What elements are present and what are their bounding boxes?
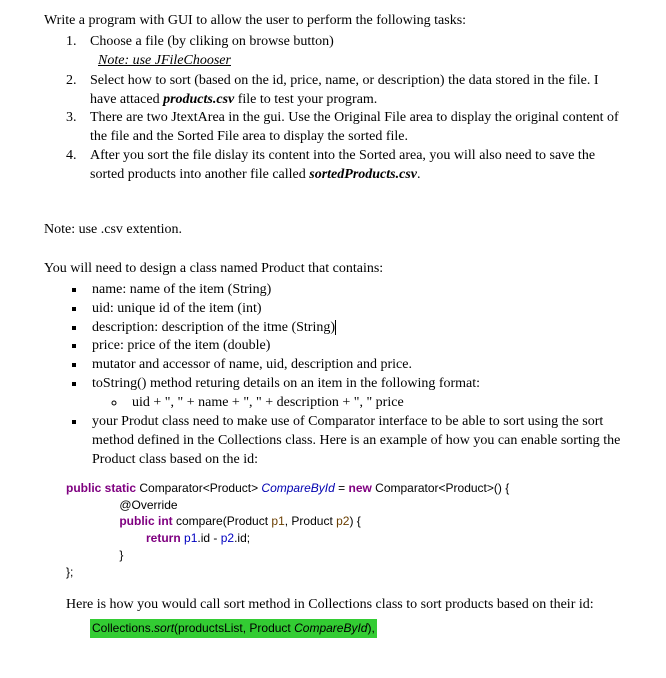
- task-item-1: Choose a file (by cliking on browse butt…: [80, 33, 622, 72]
- task-list: Choose a file (by cliking on browse butt…: [44, 33, 622, 185]
- field-name: name: name of the item (String): [86, 281, 622, 300]
- override-line: @Override: [66, 498, 178, 512]
- task-4-text-b: .: [417, 167, 421, 182]
- kw-new: new: [348, 481, 371, 495]
- product-fields-list: name: name of the item (String) uid: uni…: [44, 281, 622, 470]
- field-mutator: mutator and accessor of name, uid, descr…: [86, 356, 622, 375]
- p2-id: .id: [234, 531, 247, 545]
- close-brace-inner: }: [66, 548, 123, 562]
- tostring-format: uid + ", " + name + ", " + description +…: [126, 394, 622, 413]
- text-cursor: [335, 320, 336, 335]
- p2-obj: p2: [221, 531, 234, 545]
- field-description: description: description of the itme (St…: [86, 319, 622, 338]
- comma-product: , Product: [285, 514, 336, 528]
- type-comparator: Comparator<Product>: [136, 481, 261, 495]
- compare-sig: compare(Product: [173, 514, 272, 528]
- param-p1: p1: [271, 514, 284, 528]
- param-p2: p2: [336, 514, 349, 528]
- field-uid: uid: unique id of the item (int): [86, 300, 622, 319]
- task-3-text: There are two JtextArea in the gui. Use …: [90, 110, 619, 144]
- task-item-2: Select how to sort (based on the id, pri…: [80, 72, 622, 110]
- highlighted-call: Collections.sort(productsList, Product C…: [90, 619, 377, 637]
- design-intro: You will need to design a class named Pr…: [44, 260, 622, 279]
- kw-public-int: public int: [119, 514, 172, 528]
- task-1-note: Note: use JFileChooser: [98, 52, 231, 71]
- kw-public-static: public static: [66, 481, 136, 495]
- task-item-4: After you sort the file dislay its conte…: [80, 147, 622, 185]
- intro-text: Write a program with GUI to allow the us…: [44, 12, 622, 31]
- minus: -: [210, 531, 221, 545]
- task-1-text: Choose a file (by cliking on browse butt…: [90, 34, 334, 49]
- field-price: price: price of the item (double): [86, 337, 622, 356]
- csv-note: Note: use .csv extention.: [44, 221, 622, 240]
- field-tostring: toString() method returing details on an…: [86, 375, 622, 413]
- code-example: public static Comparator<Product> Compar…: [66, 480, 622, 581]
- task-2-text-b: file to test your program.: [234, 92, 377, 107]
- field-comparator: your Produt class need to make use of Co…: [86, 413, 622, 470]
- call-intro: Here is how you would call sort method i…: [44, 596, 622, 615]
- comparator-ctor: Comparator<Product>() {: [372, 481, 509, 495]
- eq: =: [335, 481, 349, 495]
- tostring-format-list: uid + ", " + name + ", " + description +…: [92, 394, 622, 413]
- p1-obj: p1: [181, 531, 198, 545]
- products-csv: products.csv: [163, 92, 234, 107]
- highlighted-call-wrapper: Collections.sort(productsList, Product C…: [44, 617, 622, 639]
- compare-by-id: CompareById: [261, 481, 334, 495]
- close-paren: ) {: [349, 514, 360, 528]
- task-item-3: There are two JtextArea in the gui. Use …: [80, 109, 622, 147]
- sorted-products-csv: sortedProducts.csv: [309, 167, 417, 182]
- kw-return: return: [146, 531, 181, 545]
- p1-id: .id: [197, 531, 210, 545]
- close-brace-outer: };: [66, 565, 73, 579]
- semicolon: ;: [247, 531, 250, 545]
